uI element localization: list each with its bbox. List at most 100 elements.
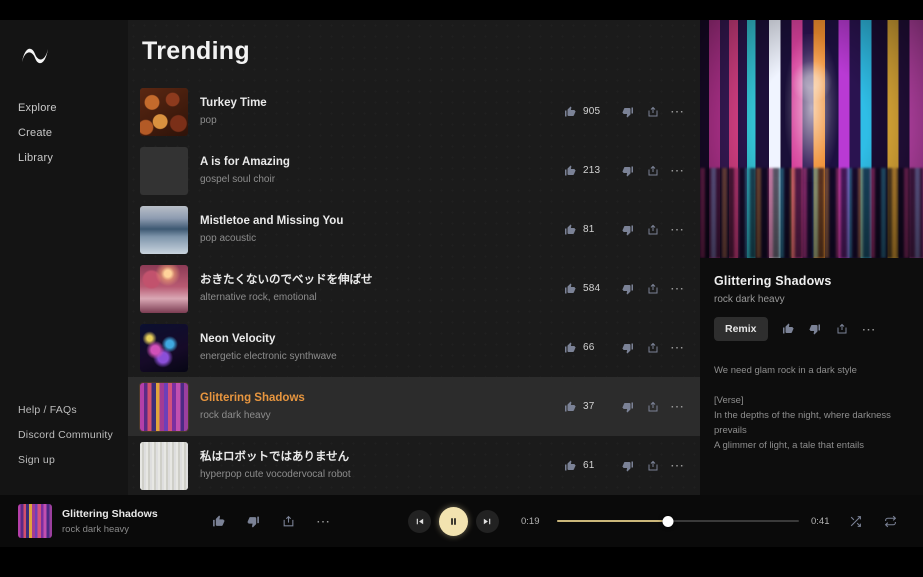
track-tags: hyperpop cute vocodervocal robot (200, 469, 351, 480)
player-timeline: 0:19 0:41 (521, 514, 835, 528)
thumbs-down-icon[interactable] (803, 318, 828, 340)
detail-actions: Remix ⋯ (714, 317, 909, 341)
sidebar: Explore Create Library Help / FAQs Disco… (0, 20, 128, 495)
remix-button[interactable]: Remix (714, 317, 768, 341)
track-meta: Mistletoe and Missing You pop acoustic (200, 214, 557, 245)
thumbs-up-icon[interactable] (557, 278, 582, 300)
sidebar-item-library[interactable]: Library (0, 146, 128, 171)
progress-handle[interactable] (662, 515, 674, 527)
player-track-tags: rock dark heavy (62, 523, 130, 535)
more-options-icon[interactable]: ⋯ (665, 160, 690, 182)
thumbs-up-icon[interactable] (206, 510, 231, 532)
like-count: 61 (583, 460, 595, 471)
page-title: Trending (142, 36, 250, 65)
lyrics-line: A glimmer of light, a tale that entails (714, 440, 864, 451)
thumbs-down-icon[interactable] (615, 337, 640, 359)
lyrics-line: [Verse] (714, 395, 744, 406)
play-pause-button[interactable] (439, 506, 468, 536)
thumbs-down-icon[interactable] (615, 219, 640, 241)
sidebar-item-explore[interactable]: Explore (0, 96, 128, 121)
track-tags: pop (200, 115, 217, 126)
previous-track-button[interactable] (408, 509, 431, 533)
sidebar-item-discord-community[interactable]: Discord Community (0, 423, 128, 448)
track-thumbnail (140, 146, 188, 195)
more-options-icon[interactable]: ⋯ (665, 455, 690, 477)
lyrics-panel: We need glam rock in a dark style [Verse… (700, 363, 923, 453)
track-title: おきたくないのでベッドを伸ばせ (200, 274, 373, 286)
thumbs-down-icon[interactable] (615, 101, 640, 123)
sidebar-nav-secondary: Help / FAQs Discord Community Sign up (0, 398, 128, 473)
sidebar-item-create[interactable]: Create (0, 121, 128, 146)
thumbs-down-icon[interactable] (615, 455, 640, 477)
progress-slider[interactable] (557, 514, 799, 528)
detail-body: Glittering Shadows rock dark heavy Remix… (700, 258, 923, 341)
thumbs-down-icon[interactable] (615, 278, 640, 300)
detail-cover-art[interactable] (700, 20, 923, 258)
track-actions: 905 ⋯ (557, 101, 690, 123)
player-thumbnail (18, 504, 52, 538)
track-tags: gospel soul choir (200, 174, 276, 185)
thumbs-up-icon[interactable] (557, 101, 582, 123)
share-icon[interactable] (640, 396, 665, 418)
more-options-icon[interactable]: ⋯ (665, 278, 690, 300)
track-thumbnail (140, 441, 188, 490)
total-time: 0:41 (811, 515, 830, 527)
current-time: 0:19 (521, 515, 540, 527)
table-row[interactable]: 私はロボットではありません hyperpop cute vocodervocal… (128, 436, 700, 495)
share-icon[interactable] (830, 318, 855, 340)
thumbs-up-icon[interactable] (557, 455, 582, 477)
thumbs-up-icon[interactable] (776, 318, 801, 340)
trending-track-list: Turkey Time pop 905 ⋯ A is for Amazing g… (128, 82, 700, 495)
share-icon[interactable] (640, 219, 665, 241)
thumbs-up-icon[interactable] (557, 337, 582, 359)
share-icon[interactable] (640, 455, 665, 477)
more-options-icon[interactable]: ⋯ (665, 219, 690, 241)
next-track-button[interactable] (476, 509, 499, 533)
app-root: Explore Create Library Help / FAQs Disco… (0, 0, 923, 577)
detail-title: Glittering Shadows (714, 274, 832, 288)
track-tags: energetic electronic synthwave (200, 351, 337, 362)
more-options-icon[interactable]: ⋯ (665, 396, 690, 418)
share-icon[interactable] (640, 337, 665, 359)
more-options-icon[interactable]: ⋯ (665, 101, 690, 123)
more-options-icon[interactable]: ⋯ (665, 337, 690, 359)
lyrics-fade-overlay (700, 453, 923, 495)
thumbs-up-icon[interactable] (557, 396, 582, 418)
sidebar-item-help-faqs[interactable]: Help / FAQs (0, 398, 128, 423)
lyrics-line: In the depths of the night, where darkne… (714, 410, 891, 436)
track-thumbnail (140, 264, 188, 313)
track-title: Turkey Time (200, 97, 267, 109)
thumbs-up-icon[interactable] (557, 160, 582, 182)
table-row[interactable]: Neon Velocity energetic electronic synth… (128, 318, 700, 377)
table-row[interactable]: おきたくないのでベッドを伸ばせ alternative rock, emotio… (128, 259, 700, 318)
main-content: Trending Turkey Time pop 905 ⋯ A is for … (128, 20, 700, 495)
thumbs-down-icon[interactable] (615, 396, 640, 418)
thumbs-up-icon[interactable] (557, 219, 582, 241)
wave-logo-icon[interactable] (18, 40, 52, 74)
player-transport (408, 506, 499, 536)
thumbs-down-icon[interactable] (615, 160, 640, 182)
table-row[interactable]: Glittering Shadows rock dark heavy 37 ⋯ (128, 377, 700, 436)
more-options-icon[interactable]: ⋯ (857, 318, 882, 340)
track-actions: 66 ⋯ (557, 337, 690, 359)
table-row[interactable]: A is for Amazing gospel soul choir 213 ⋯ (128, 141, 700, 200)
player-track-title: Glittering Shadows (62, 507, 158, 520)
table-row[interactable]: Mistletoe and Missing You pop acoustic 8… (128, 200, 700, 259)
sidebar-item-sign-up[interactable]: Sign up (0, 448, 128, 473)
track-meta: Turkey Time pop (200, 96, 557, 127)
share-icon[interactable] (640, 101, 665, 123)
track-thumbnail (139, 381, 189, 432)
repeat-icon[interactable] (878, 510, 903, 532)
share-icon[interactable] (640, 278, 665, 300)
more-options-icon[interactable]: ⋯ (311, 510, 336, 532)
shuffle-icon[interactable] (843, 510, 868, 532)
thumbs-down-icon[interactable] (241, 510, 266, 532)
table-row[interactable]: Turkey Time pop 905 ⋯ (128, 82, 700, 141)
track-actions: 37 ⋯ (557, 396, 690, 418)
player-right-controls (843, 510, 903, 532)
share-icon[interactable] (640, 160, 665, 182)
track-actions: 213 ⋯ (557, 160, 690, 182)
like-count: 81 (583, 224, 595, 235)
track-tags: alternative rock, emotional (200, 292, 317, 303)
share-icon[interactable] (276, 510, 301, 532)
